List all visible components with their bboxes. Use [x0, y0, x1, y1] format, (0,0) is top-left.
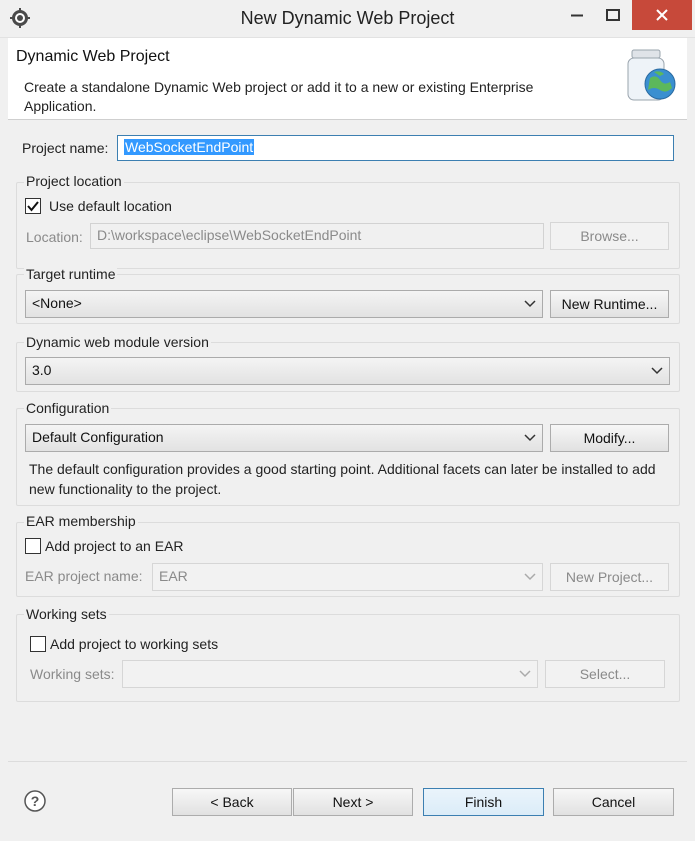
finish-button[interactable]: Finish: [423, 788, 544, 816]
add-to-working-sets-checkbox[interactable]: [30, 636, 46, 652]
chevron-down-icon: [524, 300, 536, 308]
working-sets-group-label: Working sets: [24, 606, 109, 622]
help-icon[interactable]: ?: [24, 790, 46, 812]
page-description: Create a standalone Dynamic Web project …: [24, 79, 534, 114]
ear-project-name-label: EAR project name:: [25, 568, 143, 584]
title-bar: New Dynamic Web Project: [0, 0, 695, 38]
close-icon: [656, 9, 668, 21]
module-version-group-label: Dynamic web module version: [24, 334, 211, 350]
project-name-input[interactable]: WebSocketEndPoint: [117, 135, 674, 161]
page-title: Dynamic Web Project: [16, 48, 170, 65]
use-default-location-label: Use default location: [49, 198, 172, 214]
use-default-location-checkbox[interactable]: [25, 198, 41, 214]
target-runtime-selected: <None>: [32, 295, 82, 311]
module-version-select[interactable]: 3.0: [25, 357, 670, 385]
ear-project-name-select[interactable]: EAR: [152, 563, 543, 591]
modify-button[interactable]: Modify...: [550, 424, 669, 452]
configuration-select[interactable]: Default Configuration: [25, 424, 543, 452]
project-location-group-label: Project location: [24, 173, 124, 189]
footer-separator: [8, 761, 687, 762]
working-sets-label: Working sets:: [30, 666, 115, 682]
maximize-button[interactable]: [596, 0, 630, 30]
new-ear-project-button[interactable]: New Project...: [550, 563, 669, 591]
minimize-button[interactable]: [560, 0, 594, 30]
next-button[interactable]: Next >: [293, 788, 413, 816]
configuration-selected: Default Configuration: [32, 429, 164, 445]
svg-text:?: ?: [31, 793, 40, 809]
wizard-body: Project name: WebSocketEndPoint Project …: [8, 121, 687, 841]
checkmark-icon: [27, 201, 39, 212]
add-to-ear-checkbox[interactable]: [25, 538, 41, 554]
working-sets-group: [16, 614, 680, 702]
chevron-down-icon: [524, 573, 536, 581]
project-name-label: Project name:: [22, 140, 109, 156]
chevron-down-icon: [519, 670, 531, 678]
wizard-header: Dynamic Web Project Create a standalone …: [8, 38, 687, 120]
jar-globe-icon: [620, 44, 682, 106]
ear-membership-group-label: EAR membership: [24, 513, 138, 529]
add-to-working-sets-label: Add project to working sets: [50, 636, 219, 652]
working-sets-select[interactable]: [122, 660, 538, 688]
location-label: Location:: [26, 229, 83, 245]
chevron-down-icon: [651, 367, 663, 375]
browse-button[interactable]: Browse...: [550, 222, 669, 250]
configuration-group-label: Configuration: [24, 400, 112, 416]
select-working-sets-button[interactable]: Select...: [545, 660, 665, 688]
back-button[interactable]: < Back: [172, 788, 292, 816]
add-to-ear-label: Add project to an EAR: [45, 538, 184, 554]
target-runtime-select[interactable]: <None>: [25, 290, 543, 318]
project-name-value: WebSocketEndPoint: [124, 139, 255, 155]
location-input[interactable]: D:\workspace\eclipse\WebSocketEndPoint: [90, 223, 544, 249]
ear-project-name-value: EAR: [159, 568, 188, 584]
minimize-icon: [571, 14, 583, 17]
chevron-down-icon: [524, 434, 536, 442]
configuration-description: The default configuration provides a goo…: [29, 461, 656, 497]
cancel-button[interactable]: Cancel: [553, 788, 674, 816]
module-version-selected: 3.0: [32, 362, 52, 378]
new-runtime-button[interactable]: New Runtime...: [550, 290, 669, 318]
target-runtime-group-label: Target runtime: [24, 266, 118, 282]
maximize-icon: [606, 9, 620, 21]
close-button[interactable]: [632, 0, 692, 30]
